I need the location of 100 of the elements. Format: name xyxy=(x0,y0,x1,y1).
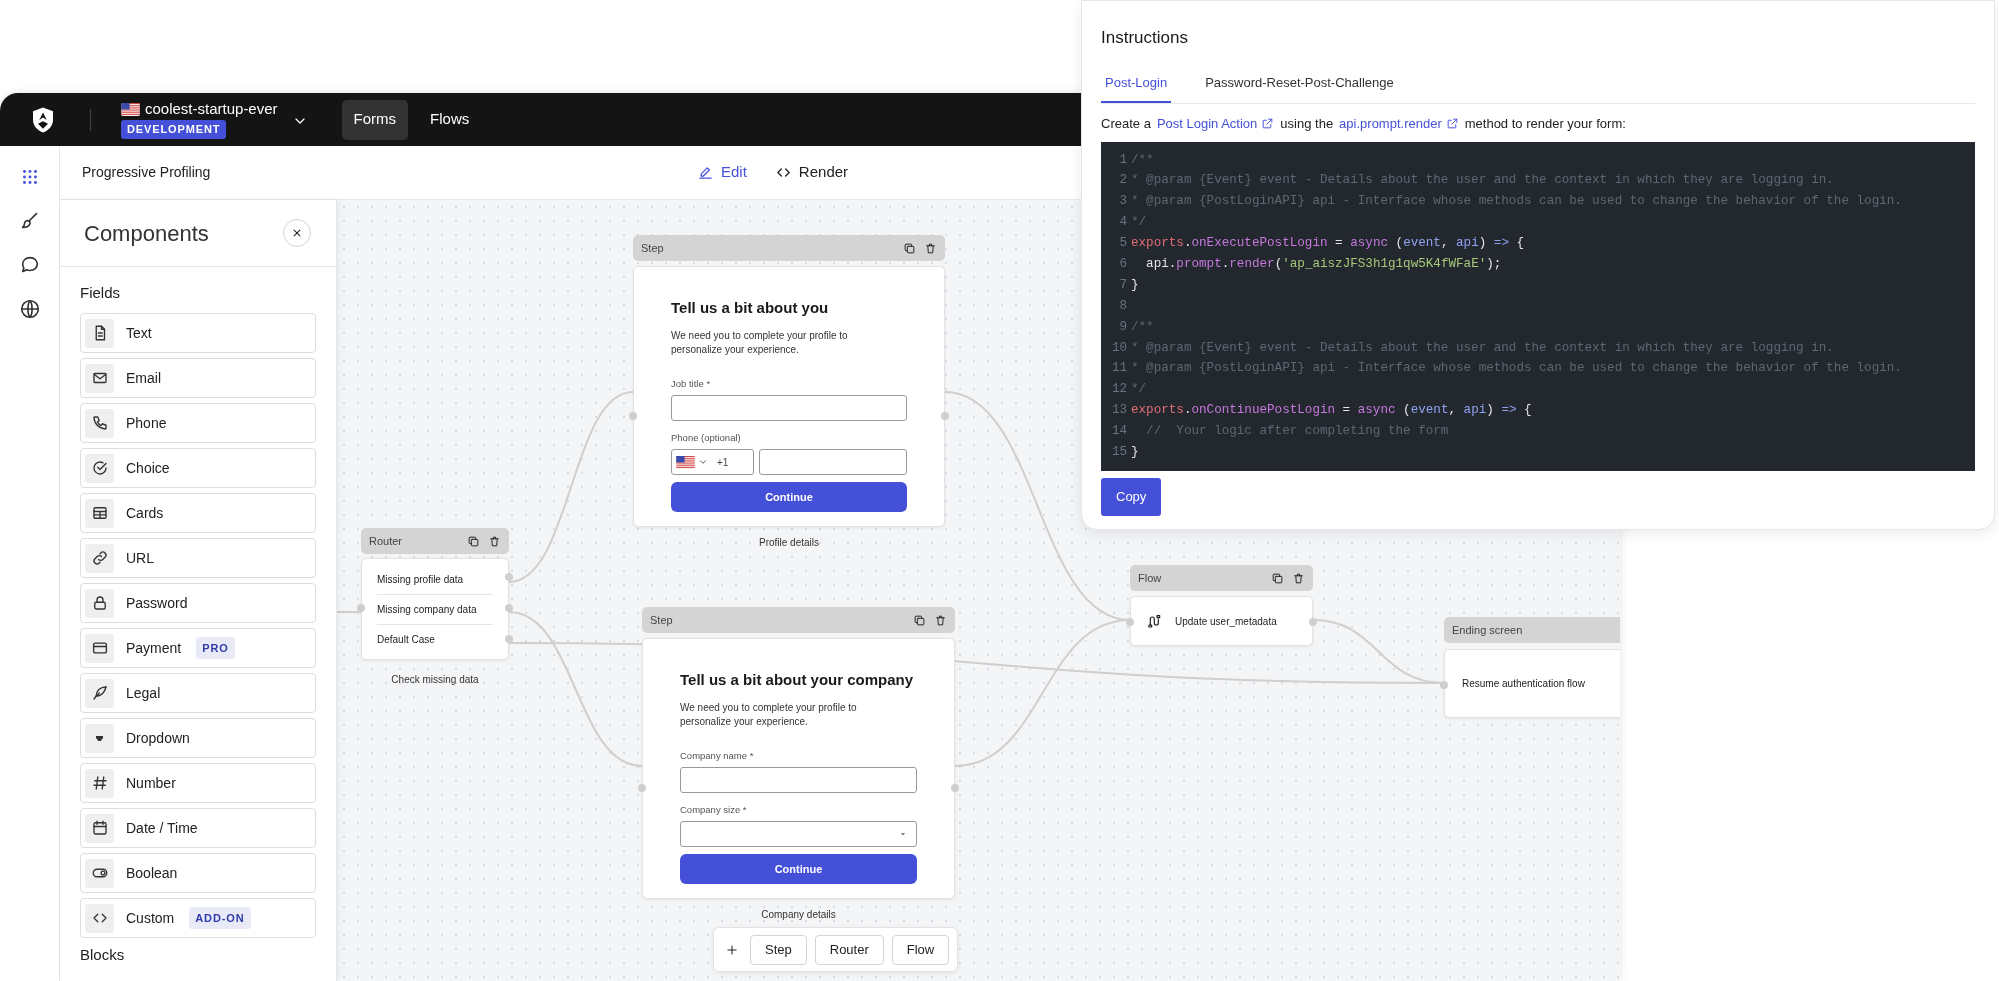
item-label: Phone xyxy=(126,413,167,433)
line-number: 12 xyxy=(1110,381,1128,399)
copy-icon[interactable] xyxy=(467,534,480,548)
add-node-button[interactable]: Step xyxy=(750,934,807,965)
node-type-label: Flow xyxy=(1138,570,1163,586)
connector-port[interactable] xyxy=(1309,618,1317,626)
continue-button[interactable]: Continue xyxy=(671,482,907,512)
nav-tab[interactable]: Forms xyxy=(341,99,409,140)
item-label: Dropdown xyxy=(126,728,190,748)
item-label: Custom xyxy=(126,908,175,928)
select-field[interactable] xyxy=(680,821,917,847)
external-link-icon xyxy=(1445,117,1459,131)
form-description: We need you to complete your profile to personalize your experience. xyxy=(680,700,858,729)
connector-port[interactable] xyxy=(941,412,949,420)
connector-port[interactable] xyxy=(951,784,959,792)
form-description: We need you to complete your profile to personalize your experience. xyxy=(671,328,849,357)
component-item[interactable]: Number xyxy=(80,763,316,803)
item-label: Payment xyxy=(126,638,182,658)
form-title: Progressive Profiling xyxy=(81,163,212,182)
field-label: Company name * xyxy=(680,748,755,763)
component-item[interactable]: Date / Time xyxy=(80,808,316,848)
component-item[interactable]: Phone xyxy=(80,403,316,443)
trash-icon[interactable] xyxy=(1292,571,1305,585)
continue-button[interactable]: Continue xyxy=(680,854,917,884)
line-number: 11 xyxy=(1110,360,1128,378)
component-item[interactable]: Boolean xyxy=(80,853,316,893)
item-label: Text xyxy=(126,323,152,343)
input-field[interactable] xyxy=(759,449,907,475)
node-header[interactable]: Router xyxy=(361,528,509,554)
copy-icon[interactable] xyxy=(903,241,916,255)
code-line: /** xyxy=(1131,151,1154,169)
country-code-select[interactable]: +1 xyxy=(671,449,754,475)
node-caption: Profile details xyxy=(758,536,820,550)
instruction-tab[interactable]: Post-Login xyxy=(1101,72,1172,103)
node-type-label: Ending screen xyxy=(1452,622,1524,638)
organization-name: coolest-startup-ever xyxy=(145,100,278,119)
component-item[interactable]: Legal xyxy=(80,673,316,713)
connector-port[interactable] xyxy=(505,573,513,581)
item-label: Password xyxy=(126,593,188,613)
node-header[interactable]: Step xyxy=(642,607,955,633)
line-number: 8 xyxy=(1118,297,1128,315)
copy-icon[interactable] xyxy=(1271,571,1284,585)
line-number: 13 xyxy=(1110,402,1128,420)
connector-port[interactable] xyxy=(638,784,646,792)
trash-icon[interactable] xyxy=(924,241,937,255)
trash-icon[interactable] xyxy=(934,613,947,627)
component-item[interactable]: Payment PRO xyxy=(80,628,316,668)
chevron-down-icon xyxy=(698,457,708,467)
connector-line xyxy=(337,611,362,613)
component-item[interactable]: URL xyxy=(80,538,316,578)
connector-port[interactable] xyxy=(357,604,365,612)
node-header[interactable]: Step xyxy=(633,235,945,261)
ending-text: Resume authentication flow xyxy=(1462,677,1585,691)
component-item[interactable]: Custom ADD-ON xyxy=(80,898,316,938)
instruction-tab[interactable]: Password-Reset-Post-Challenge xyxy=(1201,72,1398,103)
tier-badge: ADD-ON xyxy=(189,906,251,930)
item-label: Legal xyxy=(126,683,161,703)
doc-link[interactable]: api.prompt.render xyxy=(1339,114,1459,134)
nav-tab[interactable]: Flows xyxy=(418,99,482,140)
component-item[interactable]: Text xyxy=(80,313,316,353)
node-type-label: Step xyxy=(650,612,674,628)
item-label: Choice xyxy=(126,458,170,478)
mode-tab[interactable]: Render xyxy=(774,161,849,184)
connector-port[interactable] xyxy=(505,635,513,643)
line-number: 10 xyxy=(1110,339,1128,357)
line-number: 7 xyxy=(1118,276,1128,294)
trash-icon[interactable] xyxy=(488,534,501,548)
route-label: Missing company data xyxy=(377,594,493,624)
code-line: // Your logic after completing the form xyxy=(1145,423,1449,441)
mode-tab[interactable]: Edit xyxy=(697,161,747,184)
component-item[interactable]: Password xyxy=(80,583,316,623)
node-type-label: Router xyxy=(369,533,404,549)
line-number: 14 xyxy=(1110,423,1128,441)
add-node-button[interactable]: Router xyxy=(814,934,884,965)
node-header[interactable]: Flow xyxy=(1130,565,1313,591)
code-line: * @param {PostLoginAPI} api - Interface whose methods can be used to change the behavior of the login. xyxy=(1131,193,1902,211)
code-line: */ xyxy=(1131,214,1147,232)
input-field[interactable] xyxy=(671,394,907,421)
copy-button[interactable]: Copy xyxy=(1101,477,1162,516)
connector-port[interactable] xyxy=(629,412,637,420)
flow-icon xyxy=(1147,613,1163,629)
component-item[interactable]: Dropdown xyxy=(80,718,316,758)
item-label: Boolean xyxy=(126,863,178,883)
plus-icon xyxy=(725,942,739,957)
globe-icon[interactable] xyxy=(18,298,41,320)
add-node-button[interactable]: Flow xyxy=(891,934,950,965)
input-field[interactable] xyxy=(680,766,917,793)
connector-port[interactable] xyxy=(1126,618,1134,626)
node-header[interactable]: Ending screen xyxy=(1444,617,1620,643)
line-number: 1 xyxy=(1118,151,1128,169)
connector-port[interactable] xyxy=(505,604,513,612)
component-item[interactable]: Choice xyxy=(80,448,316,488)
node-caption: Company details xyxy=(760,908,837,922)
copy-icon[interactable] xyxy=(913,613,926,627)
component-item[interactable]: Email xyxy=(80,358,316,398)
doc-link[interactable]: Post Login Action xyxy=(1156,114,1275,134)
connector-port[interactable] xyxy=(1440,681,1448,689)
section-heading: Blocks xyxy=(80,946,126,963)
component-item[interactable]: Cards xyxy=(80,493,316,533)
node-caption: Check missing data xyxy=(390,673,480,687)
